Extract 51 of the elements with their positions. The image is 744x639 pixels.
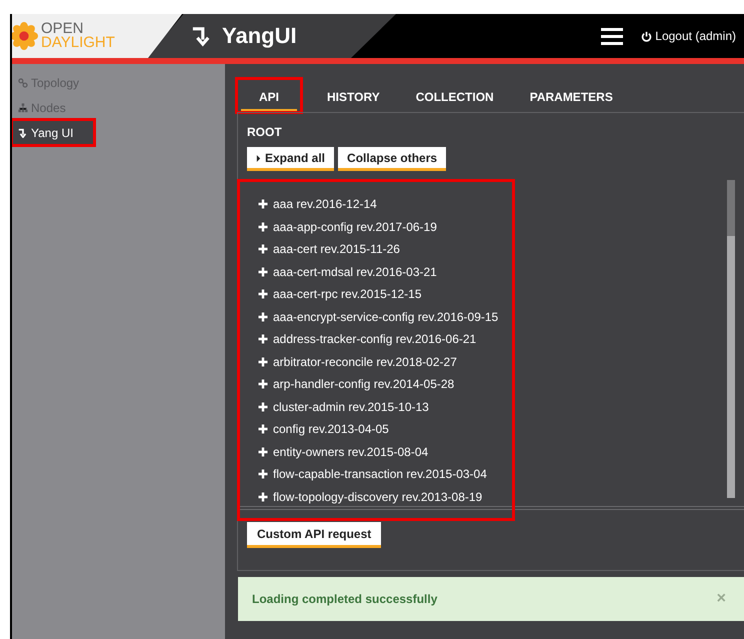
logout-button[interactable]: Logout (admin) xyxy=(641,29,744,43)
plus-icon[interactable] xyxy=(258,492,268,502)
sitemap-icon xyxy=(18,102,28,112)
plus-icon[interactable] xyxy=(258,312,268,322)
plus-icon[interactable] xyxy=(258,244,268,254)
tree-button[interactable]: Collapse others xyxy=(338,147,446,171)
tab[interactable]: API xyxy=(241,84,298,111)
section-title: ROOT xyxy=(247,125,283,139)
alert-message: Loading completed successfully xyxy=(252,592,438,606)
custom-request-button[interactable]: Custom API request xyxy=(247,522,382,548)
plus-icon[interactable] xyxy=(258,402,268,412)
module-name[interactable]: arbitrator-reconcile rev.2018-02-27 xyxy=(273,354,457,369)
plus-icon[interactable] xyxy=(258,266,268,277)
plus-icon[interactable] xyxy=(258,469,268,480)
module-name[interactable]: aaa-cert-rpc rev.2015-12-15 xyxy=(273,287,422,302)
plus-icon[interactable] xyxy=(258,356,268,367)
plus-icon[interactable] xyxy=(258,222,268,232)
sidebar-item[interactable]: Yang UI xyxy=(12,120,94,145)
tab[interactable]: PARAMETERS xyxy=(512,84,631,112)
module-name[interactable]: aaa-encrypt-service-config rev.2016-09-15 xyxy=(273,310,498,324)
module-name[interactable]: entity-owners rev.2015-08-04 xyxy=(273,444,428,459)
menu-icon[interactable] xyxy=(601,28,624,44)
plus-icon[interactable] xyxy=(258,379,268,390)
module-name[interactable]: aaa-cert-mdsal rev.2016-03-21 xyxy=(273,264,437,279)
plus-icon[interactable] xyxy=(258,424,268,434)
tab[interactable]: HISTORY xyxy=(309,84,398,112)
plus-icon[interactable] xyxy=(258,334,268,344)
module-name[interactable]: address-tracker-config rev.2016-06-21 xyxy=(273,332,476,346)
link-icon xyxy=(18,78,28,88)
module-name[interactable]: flow-capable-transaction rev.2015-03-04 xyxy=(273,467,487,482)
module-name[interactable]: aaa-cert rev.2015-11-26 xyxy=(273,242,400,256)
turn-arrow-icon xyxy=(192,25,210,47)
plus-icon[interactable] xyxy=(258,199,268,210)
module-name[interactable]: arp-handler-config rev.2014-05-28 xyxy=(273,377,454,392)
plus-icon[interactable] xyxy=(258,289,268,300)
turn-arrow-icon xyxy=(18,128,28,138)
logo-text: OPEN xyxy=(41,22,84,36)
app-title: YangUI xyxy=(222,23,297,49)
module-name[interactable]: flow-topology-discovery rev.2013-08-19 xyxy=(273,490,482,504)
tree-button[interactable]: Expand all xyxy=(247,147,334,171)
power-icon xyxy=(641,30,652,42)
module-name[interactable]: cluster-admin rev.2015-10-13 xyxy=(273,400,429,414)
plus-icon[interactable] xyxy=(258,446,268,457)
caret-icon xyxy=(256,154,261,162)
flower-logo-icon xyxy=(12,22,38,50)
tab[interactable]: COLLECTION xyxy=(398,84,512,112)
scrollbar[interactable] xyxy=(727,180,735,498)
module-name[interactable]: aaa rev.2016-12-14 xyxy=(273,197,377,212)
module-name[interactable]: aaa-app-config rev.2017-06-19 xyxy=(273,220,437,234)
module-name[interactable]: config rev.2013-04-05 xyxy=(273,422,389,436)
logo-text: DAYLIGHT xyxy=(41,36,115,50)
